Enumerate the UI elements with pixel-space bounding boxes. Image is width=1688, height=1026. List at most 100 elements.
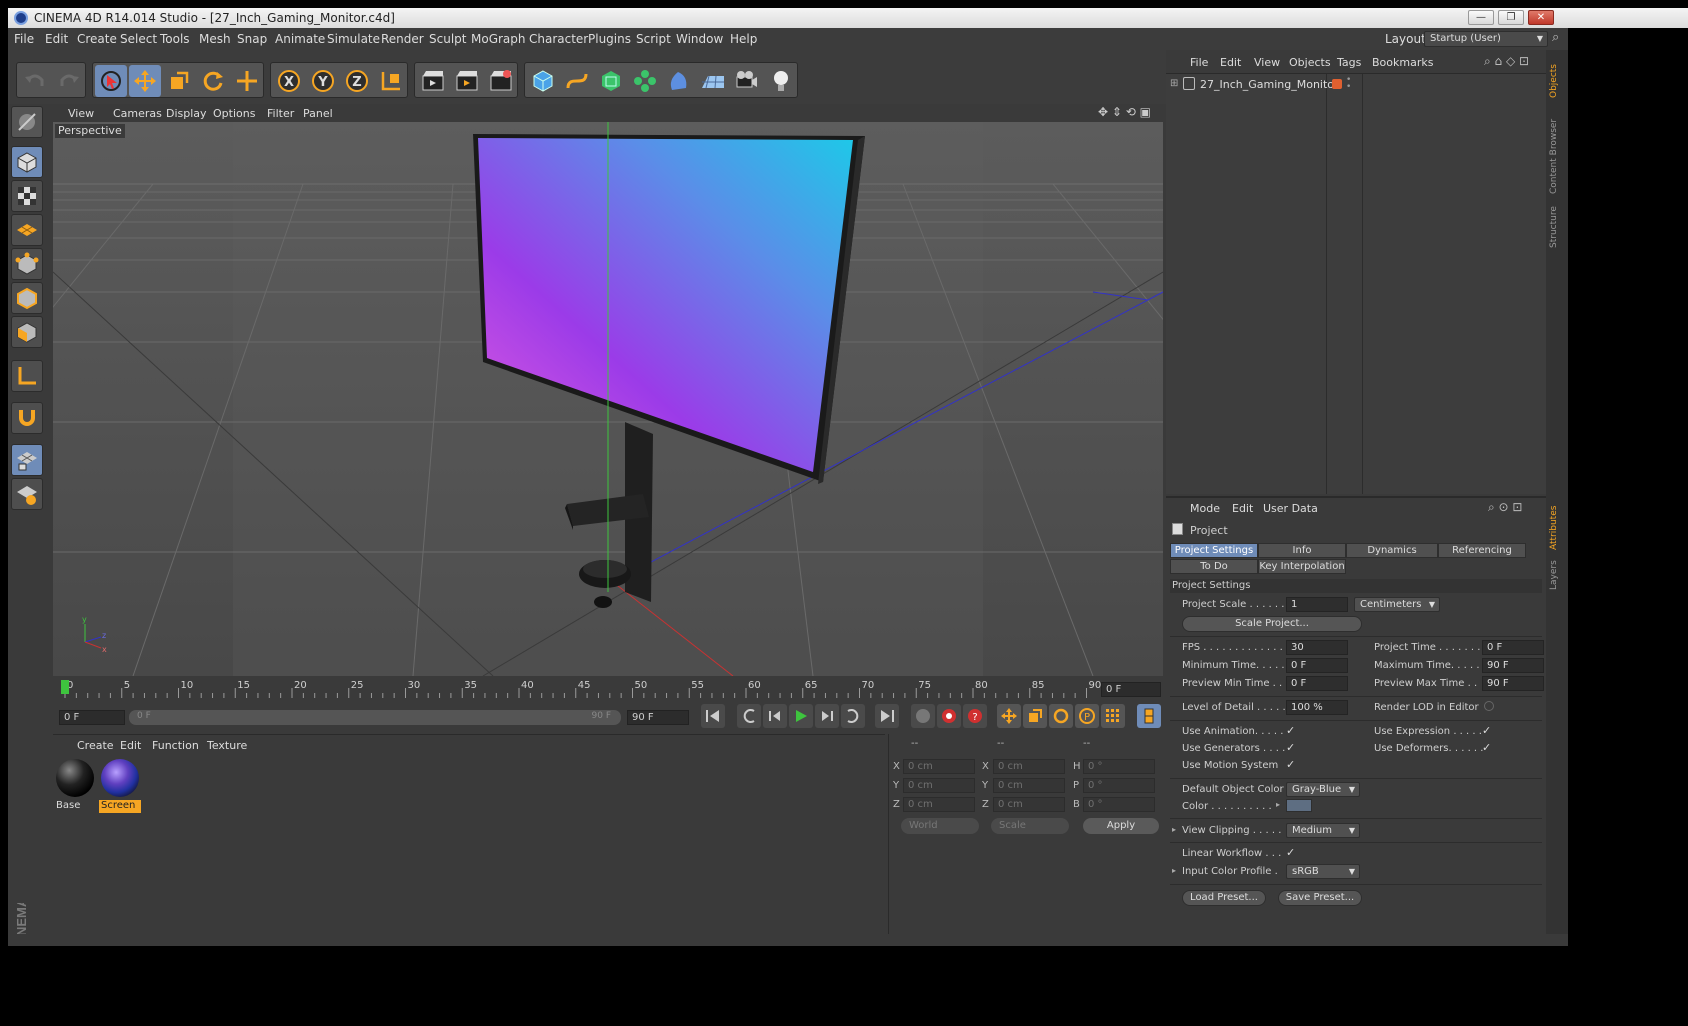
rotate-tool-icon[interactable] — [197, 65, 229, 97]
viewport-menu-cameras[interactable]: Cameras — [113, 107, 162, 120]
menu-mesh[interactable]: Mesh — [199, 32, 231, 46]
apply-button[interactable]: Apply — [1083, 818, 1159, 834]
close-button[interactable]: ✕ — [1528, 10, 1554, 25]
menu-plugins[interactable]: Plugins — [588, 32, 631, 46]
object-manager-tool-icons[interactable]: ⌕ ⌂ ◇ ⊡ — [1484, 54, 1529, 69]
save-preset-button[interactable]: Save Preset... — [1278, 890, 1362, 906]
go-to-start-icon[interactable] — [701, 704, 725, 728]
workplane-icon[interactable] — [11, 214, 43, 246]
end-frame-field[interactable]: 90 F — [627, 710, 689, 725]
record-keys-icon[interactable] — [911, 704, 935, 728]
menu-mograph[interactable]: MoGraph — [471, 32, 526, 46]
prev-key-icon[interactable] — [737, 704, 761, 728]
menu-animate[interactable]: Animate — [275, 32, 325, 46]
next-key-icon[interactable] — [841, 704, 865, 728]
use-generators-checkbox[interactable]: ✓ — [1286, 742, 1298, 754]
material-swatch-screen[interactable]: Screen — [99, 757, 141, 813]
rotation-p-field[interactable]: 0 ° — [1083, 778, 1155, 793]
range-slider[interactable]: 0 F 90 F — [129, 710, 621, 725]
polygons-mode-icon[interactable] — [11, 316, 43, 348]
render-settings-icon[interactable] — [485, 65, 517, 97]
viewport-menu-panel[interactable]: Panel — [303, 107, 333, 120]
spline-icon[interactable] — [561, 65, 593, 97]
playhead-marker[interactable] — [61, 680, 69, 694]
default-color-dropdown[interactable]: Gray-Blue — [1286, 782, 1360, 797]
object-menu-file[interactable]: File — [1190, 56, 1208, 69]
snap-icon[interactable] — [11, 444, 43, 476]
menu-window[interactable]: Window — [676, 32, 723, 46]
light-icon[interactable] — [765, 65, 797, 97]
redo-icon[interactable] — [53, 65, 85, 97]
render-view-icon[interactable] — [417, 65, 449, 97]
select-tool-icon[interactable] — [95, 65, 127, 97]
current-frame-field[interactable]: 0 F — [1101, 682, 1161, 697]
timeline-layout-icon[interactable] — [1137, 704, 1161, 728]
coord-size-mode-dropdown[interactable]: Scale — [991, 818, 1069, 834]
object-menu-bookmarks[interactable]: Bookmarks — [1372, 56, 1433, 69]
rotation-h-field[interactable]: 0 ° — [1083, 759, 1155, 774]
viewport-menu-filter[interactable]: Filter — [267, 107, 294, 120]
viewport-navigation-icons[interactable]: ✥ ⇕ ⟲ ▣ — [1098, 105, 1151, 119]
edges-mode-icon[interactable] — [11, 282, 43, 314]
perspective-viewport[interactable]: y z x Perspective — [53, 122, 1163, 676]
menu-script[interactable]: Script — [636, 32, 671, 46]
viewport-menu-options[interactable]: Options — [213, 107, 255, 120]
attr-menu-mode[interactable]: Mode — [1190, 502, 1220, 515]
lod-field[interactable]: 100 % — [1286, 700, 1348, 715]
min-time-field[interactable]: 0 F — [1286, 658, 1348, 673]
coord-mode-dropdown[interactable]: World — [901, 818, 979, 834]
play-icon[interactable] — [789, 704, 813, 728]
linear-workflow-checkbox[interactable]: ✓ — [1286, 847, 1298, 859]
tab-key-interpolation[interactable]: Key Interpolation — [1258, 559, 1346, 574]
side-tab-attributes[interactable]: Attributes — [1549, 498, 1565, 550]
material-menu-function[interactable]: Function — [152, 739, 199, 752]
scale-tool-icon[interactable] — [163, 65, 195, 97]
go-to-end-icon[interactable] — [875, 704, 899, 728]
view-clipping-expand-icon[interactable]: ▸ — [1172, 825, 1176, 834]
position-x-field[interactable]: 0 cm — [903, 759, 975, 774]
rotation-b-field[interactable]: 0 ° — [1083, 797, 1155, 812]
side-tab-content-browser[interactable]: Content Browser — [1549, 110, 1565, 194]
preview-max-field[interactable]: 90 F — [1482, 676, 1544, 691]
coordinate-system-icon[interactable] — [375, 65, 407, 97]
minimize-button[interactable]: — — [1468, 10, 1494, 25]
visibility-dot-icon[interactable] — [1332, 79, 1342, 89]
key-scale-icon[interactable] — [1023, 704, 1047, 728]
last-tool-icon[interactable] — [231, 65, 263, 97]
floor-icon[interactable] — [697, 65, 729, 97]
project-scale-unit-dropdown[interactable]: Centimeters — [1354, 597, 1440, 612]
key-position-icon[interactable] — [997, 704, 1021, 728]
menu-simulate[interactable]: Simulate — [327, 32, 380, 46]
menu-character[interactable]: Character — [529, 32, 588, 46]
object-menu-view[interactable]: View — [1254, 56, 1280, 69]
undo-icon[interactable] — [19, 65, 51, 97]
size-z-field[interactable]: 0 cm — [993, 797, 1065, 812]
array-icon[interactable] — [629, 65, 661, 97]
side-tab-structure[interactable]: Structure — [1549, 200, 1565, 248]
material-menu-texture[interactable]: Texture — [207, 739, 247, 752]
menu-file[interactable]: File — [14, 32, 34, 46]
size-y-field[interactable]: 0 cm — [993, 778, 1065, 793]
camera-icon[interactable] — [731, 65, 763, 97]
position-y-field[interactable]: 0 cm — [903, 778, 975, 793]
x-axis-lock-icon[interactable]: X — [273, 65, 305, 97]
model-mode-icon[interactable] — [11, 146, 43, 178]
render-picture-viewer-icon[interactable] — [451, 65, 483, 97]
object-row[interactable]: ⊞ 27_Inch_Gaming_Monitor • • — [1166, 76, 1546, 94]
preview-min-field[interactable]: 0 F — [1286, 676, 1348, 691]
y-axis-lock-icon[interactable]: Y — [307, 65, 339, 97]
fps-field[interactable]: 30 — [1286, 640, 1348, 655]
render-visibility-icon[interactable]: • • — [1346, 76, 1351, 92]
tab-dynamics[interactable]: Dynamics — [1346, 543, 1438, 558]
timeline-ruler[interactable]: 0 5 10 15 20 25 30 35 40 45 50 55 60 65 70 75 80 85 90 0 F — [53, 676, 1163, 700]
nurbs-icon[interactable] — [595, 65, 627, 97]
menu-edit[interactable]: Edit — [45, 32, 68, 46]
color-expand-icon[interactable]: ▸ — [1276, 800, 1280, 809]
side-tab-objects[interactable]: Objects — [1549, 58, 1565, 98]
menu-create[interactable]: Create — [77, 32, 117, 46]
prev-frame-icon[interactable] — [763, 704, 787, 728]
use-expression-checkbox[interactable]: ✓ — [1482, 725, 1494, 737]
use-animation-checkbox[interactable]: ✓ — [1286, 725, 1298, 737]
menu-tools[interactable]: Tools — [160, 32, 190, 46]
size-x-field[interactable]: 0 cm — [993, 759, 1065, 774]
